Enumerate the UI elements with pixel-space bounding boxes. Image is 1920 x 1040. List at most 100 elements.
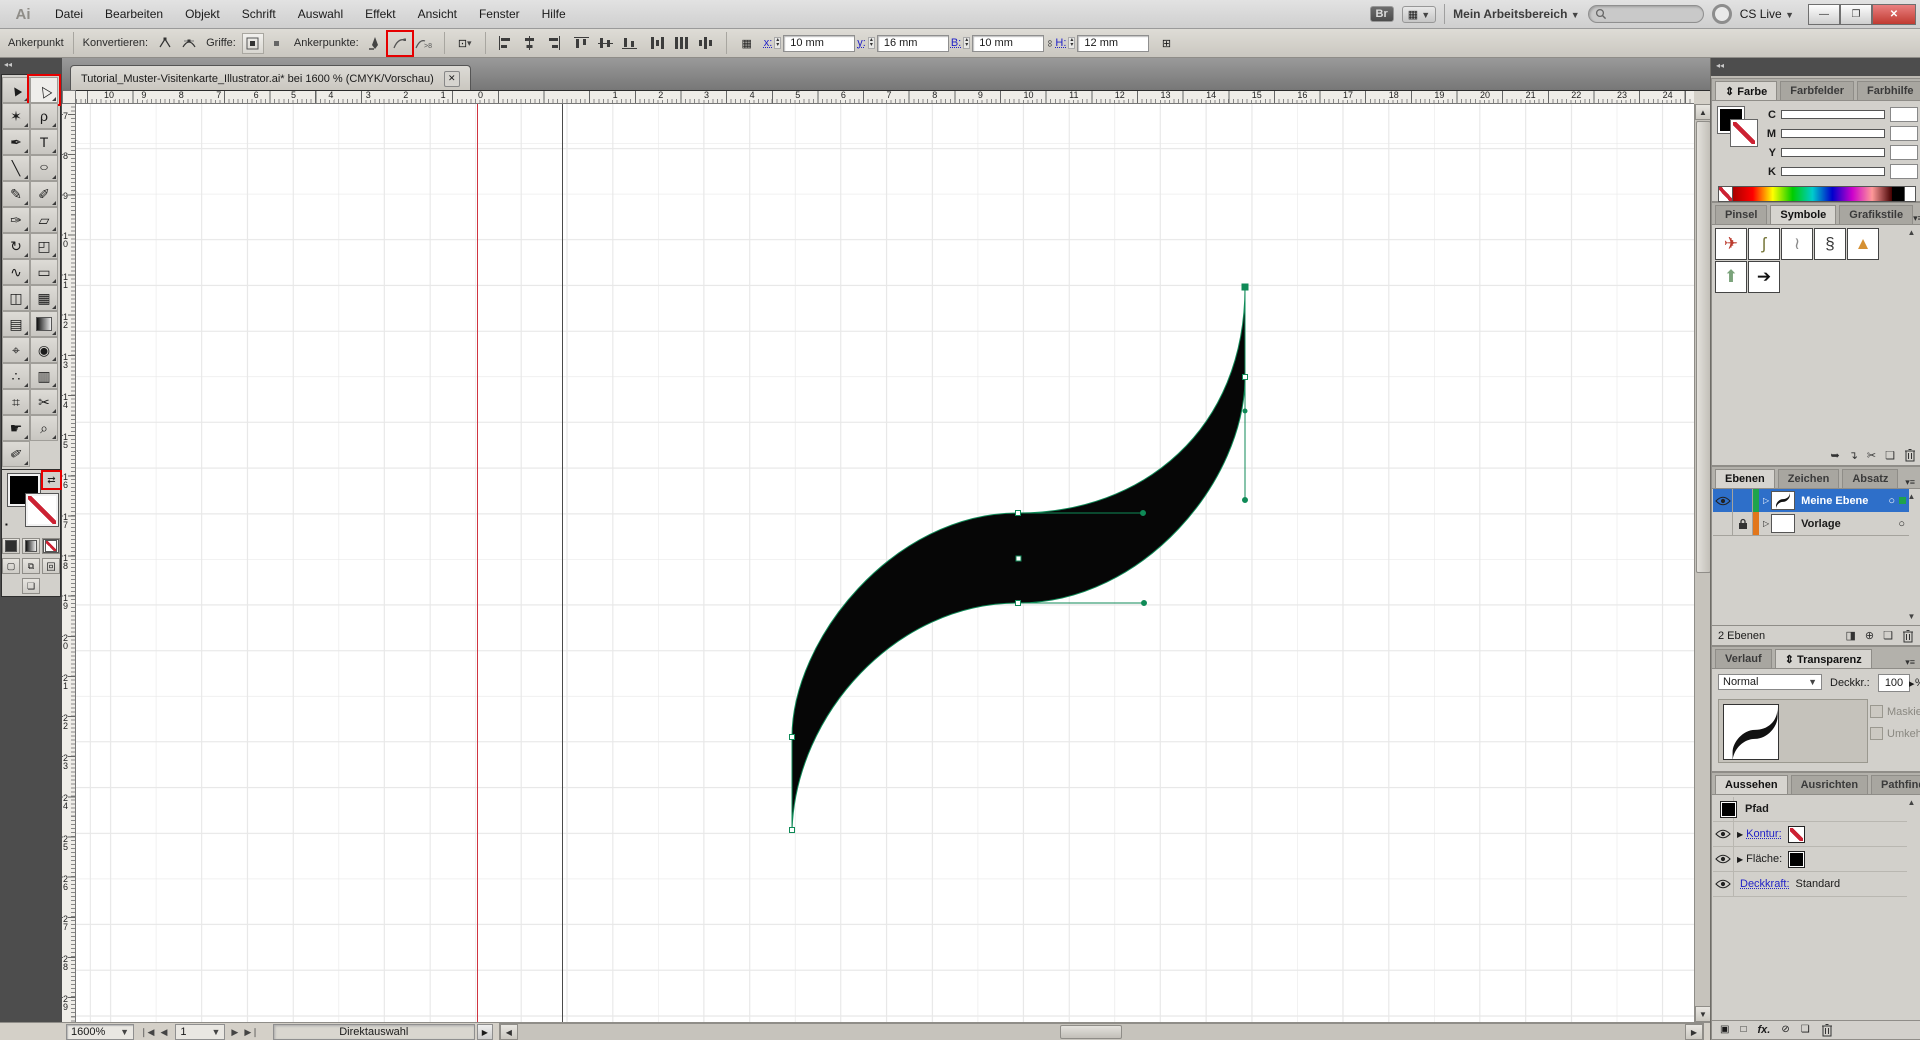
gradient-button[interactable] <box>22 538 40 554</box>
opacity-spinner[interactable]: ▸ <box>1909 677 1915 690</box>
color-button[interactable] <box>2 538 20 554</box>
handle-endpoint[interactable] <box>1243 498 1248 503</box>
delete-layer-button[interactable] <box>1902 629 1914 643</box>
new-layer-button[interactable]: ❏ <box>1883 629 1893 642</box>
appearance-row-pfad[interactable]: Pfad <box>1713 797 1907 822</box>
horizontal-scroll-thumb[interactable] <box>1060 1025 1122 1039</box>
delete-selected-item-button[interactable] <box>1821 1023 1833 1037</box>
workspace-switcher[interactable]: Mein Arbeitsbereich ▼ <box>1453 7 1580 21</box>
lock-toggle[interactable] <box>1733 512 1753 535</box>
none-swatch[interactable] <box>1788 826 1805 843</box>
align-top-button[interactable] <box>571 33 593 54</box>
none-button[interactable] <box>42 538 60 554</box>
blend-mode-select[interactable]: Normal▼ <box>1718 674 1822 690</box>
ornament-symbol[interactable]: § <box>1814 228 1846 260</box>
attribute-label[interactable]: Fläche: <box>1746 853 1782 865</box>
channel-value-input[interactable] <box>1890 107 1918 122</box>
color-spectrum-bar[interactable] <box>1718 186 1916 202</box>
dock-collapse-chevrons[interactable]: ◂◂ <box>1711 58 1920 76</box>
tab-ebenen[interactable]: Ebenen <box>1715 469 1775 488</box>
minimize-button[interactable]: — <box>1808 4 1840 25</box>
distribute-left-button[interactable] <box>647 33 669 54</box>
target-circle-icon[interactable]: ○ <box>1888 495 1895 507</box>
panel-scroll-down[interactable]: ▼ <box>1905 612 1918 621</box>
zoom-tool[interactable]: ⌕ <box>30 415 58 441</box>
attribute-label[interactable]: Deckkraft: <box>1740 878 1790 890</box>
last-page-button[interactable]: ▶❘ <box>244 1027 258 1038</box>
draw-normal-button[interactable]: ▢ <box>2 558 20 574</box>
visibility-toggle[interactable] <box>1713 489 1733 512</box>
checkbox-box[interactable] <box>1870 727 1883 740</box>
x-position-spinner[interactable]: ▴▾ <box>774 37 781 49</box>
swap-fill-stroke-button[interactable]: ⇄ <box>44 473 59 487</box>
none-swatch[interactable] <box>1719 187 1733 201</box>
channel-value-input[interactable] <box>1890 164 1918 179</box>
tab-symbole[interactable]: Symbole <box>1770 205 1836 224</box>
width-input[interactable]: 10 mm <box>972 35 1044 52</box>
symbol-libraries-menu-button[interactable]: ➥ <box>1830 449 1839 462</box>
vertical-ruler[interactable]: 7891 01 11 21 31 41 51 61 71 81 92 02 12… <box>62 104 76 1022</box>
page-number-select[interactable]: 1▼ <box>175 1024 225 1040</box>
layer-name[interactable]: Vorlage <box>1801 518 1841 530</box>
tab-zeichen[interactable]: Zeichen <box>1778 469 1840 488</box>
ruler-corner[interactable] <box>62 90 76 104</box>
scroll-left-button[interactable]: ◀ <box>500 1024 518 1040</box>
horizontal-scrollbar[interactable]: ◀ ▶ <box>499 1023 1704 1040</box>
path-eraser-tool[interactable]: ✐ <box>2 441 30 467</box>
feather-symbol[interactable]: ʃ <box>1748 228 1780 260</box>
blob-brush-tool[interactable]: ✑ <box>2 207 30 233</box>
tab-pathfinder[interactable]: Pathfinder <box>1871 775 1920 794</box>
visibility-toggle[interactable] <box>1713 822 1734 846</box>
status-menu-button[interactable]: ▶ <box>477 1024 493 1040</box>
next-page-button[interactable]: ▶ <box>231 1027 238 1038</box>
slice-tool[interactable]: ✂ <box>30 389 58 415</box>
menu-objekt[interactable]: Objekt <box>174 0 231 28</box>
anchor-point[interactable] <box>1016 511 1021 516</box>
cs-live-menu[interactable]: CS Live ▼ <box>1740 7 1794 21</box>
panel-menu-icon[interactable]: ▾≡ <box>1905 477 1920 488</box>
panel-scroll-up[interactable]: ▲ <box>1905 492 1918 501</box>
connect-anchors-button[interactable] <box>389 33 411 54</box>
visibility-toggle[interactable] <box>1713 872 1734 896</box>
stroke-proxy-swatch[interactable] <box>1731 120 1757 146</box>
appearance-row-flche[interactable]: ▶Fläche: <box>1713 847 1907 872</box>
spectrum-gradient[interactable] <box>1733 187 1892 201</box>
selection-tool[interactable]: ▲ <box>2 77 30 103</box>
appearance-row-kontur[interactable]: ▶Kontur: <box>1713 822 1907 847</box>
draw-inside-button[interactable]: 回 <box>42 558 60 574</box>
horizontal-ruler[interactable]: 1098765432101234567891011121314151617181… <box>76 90 1694 104</box>
symbol-sprayer-tool[interactable]: ∴ <box>2 363 30 389</box>
lock-toggle[interactable] <box>1733 489 1753 512</box>
align-vcenter-button[interactable] <box>595 33 617 54</box>
center-point[interactable] <box>1016 556 1021 561</box>
handle-endpoint[interactable] <box>1142 601 1147 606</box>
place-symbol-instance-button[interactable]: ↴ <box>1849 449 1858 462</box>
hide-handles-button[interactable] <box>266 33 288 54</box>
magic-wand-tool[interactable]: ✶ <box>2 103 30 129</box>
graph-tool[interactable]: ▥ <box>30 363 58 389</box>
anchor-point[interactable] <box>1243 375 1248 380</box>
expand-triangle-icon[interactable]: ▷ <box>1763 496 1769 505</box>
free-transform-tool[interactable]: ▭ <box>30 259 58 285</box>
pen-tool[interactable]: ✒ <box>2 129 30 155</box>
break-symbol-link-button[interactable]: ✂ <box>1867 449 1876 462</box>
tab-ausrichten[interactable]: Ausrichten <box>1791 775 1868 794</box>
draw-behind-button[interactable]: ⧉ <box>22 558 40 574</box>
channel-value-input[interactable] <box>1890 126 1918 141</box>
visibility-toggle[interactable] <box>1713 847 1734 871</box>
first-page-button[interactable]: ❘◀ <box>140 1027 154 1038</box>
layer-row-vorlage[interactable]: ▷Vorlage○ <box>1713 512 1909 536</box>
cut-path-button[interactable]: >8 <box>413 33 435 54</box>
anchor-point[interactable] <box>790 735 795 740</box>
expand-triangle-icon[interactable]: ▶ <box>1737 830 1743 839</box>
panel-menu-icon[interactable]: ▾≡ <box>1913 213 1920 224</box>
lasso-tool[interactable]: ρ <box>30 103 58 129</box>
tab-transparenz[interactable]: ⇕ Transparenz <box>1775 649 1872 668</box>
type-tool[interactable]: T <box>30 129 58 155</box>
menu-fenster[interactable]: Fenster <box>468 0 531 28</box>
clear-appearance-button[interactable]: ⊘ <box>1781 1024 1789 1035</box>
appearance-row-deckkraft[interactable]: Deckkraft:Standard <box>1713 872 1907 897</box>
close-button[interactable]: ✕ <box>1872 4 1916 25</box>
shape-builder-tool[interactable]: ◫ <box>2 285 30 311</box>
link-dimensions-icon[interactable]: ∞ <box>1044 39 1055 46</box>
